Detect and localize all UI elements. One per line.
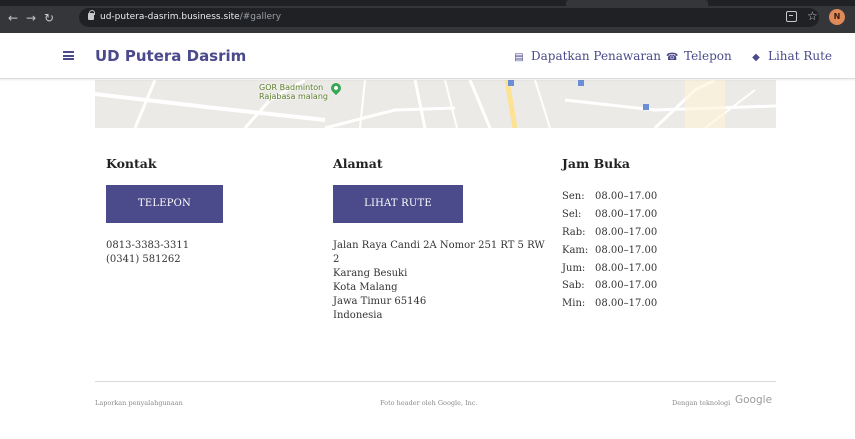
back-icon[interactable]: ← [6, 11, 20, 25]
hours-row: Rab: 08.00–17.00 [562, 224, 657, 242]
address-title: Alamat [333, 156, 383, 171]
phone-number-mobile[interactable]: 0813-3383-3311 [106, 239, 189, 253]
hours-row: Jum: 08.00–17.00 [562, 260, 657, 278]
lock-icon[interactable] [88, 10, 95, 20]
phone-button[interactable]: ☎ Telepon [666, 49, 732, 65]
hours-time: 08.00–17.00 [595, 298, 658, 310]
hours-time: 08.00–17.00 [595, 191, 658, 202]
report-abuse-link[interactable]: Laporkan penyalahgunaan [95, 399, 183, 408]
translate-icon[interactable] [786, 11, 797, 22]
google-logo[interactable]: Google [735, 393, 772, 407]
directions-label: Lihat Rute [768, 49, 833, 63]
phone-number-landline[interactable]: (0341) 581262 [106, 253, 181, 267]
url-host: ud-putera-dasrim.business.site [100, 12, 240, 22]
profile-avatar[interactable]: N [829, 9, 845, 25]
hours-day: Rab: [562, 226, 586, 238]
hours-day: Kam: [562, 244, 589, 256]
contact-title: Kontak [106, 156, 157, 171]
map-poi-line1: GOR Badminton [259, 83, 324, 92]
url-text[interactable]: ud-putera-dasrim.business.site/#gallery [100, 11, 281, 24]
hours-time: 08.00–17.00 [595, 226, 658, 238]
address-line-6: Indonesia [333, 310, 383, 321]
quote-icon: ▤ [514, 52, 524, 63]
address-line-5: Jawa Timur 65146 [333, 296, 427, 307]
browser-tab[interactable] [566, 0, 708, 6]
url-path: /#gallery [239, 12, 282, 22]
hours-row: Sen: 08.00–17.00 [562, 188, 657, 206]
route-button[interactable]: LIHAT RUTE [333, 185, 463, 223]
site-brand[interactable]: UD Putera Dasrim [95, 46, 246, 66]
tab-strip [0, 0, 855, 6]
phone-label: Telepon [684, 49, 732, 63]
site-header: UD Putera Dasrim ▤ Dapatkan Penawaran ☎ Te… [0, 33, 855, 79]
browser-toolbar: ← → ↻ ud-putera-dasrim.business.site/#ga… [0, 0, 855, 33]
hours-row: Sab: 08.00–17.00 [562, 277, 657, 295]
hours-day: Min: [562, 298, 586, 310]
map-poi-line2: Rajabasa malang [259, 92, 328, 101]
map-roads [95, 80, 776, 128]
bookmark-star-icon[interactable]: ☆ [807, 9, 818, 23]
hours-row: Sel: 08.00–17.00 [562, 206, 657, 224]
reload-icon[interactable]: ↻ [42, 11, 56, 25]
hours-day: Sab: [562, 280, 585, 292]
map-poi-label: GOR Badminton Rajabasa malang [259, 83, 328, 101]
address-bar[interactable]: ud-putera-dasrim.business.site/#gallery [79, 8, 819, 27]
directions-icon: ◆ [752, 52, 760, 63]
hours-day: Sen: [562, 191, 585, 202]
hours-day: Sel: [562, 208, 582, 220]
address-line-3: Karang Besuki [333, 268, 408, 279]
phone-icon: ☎ [666, 52, 679, 63]
location-map[interactable]: GOR Badminton Rajabasa malang [95, 80, 776, 128]
hours-time: 08.00–17.00 [595, 244, 658, 256]
hours-time: 08.00–17.00 [595, 208, 658, 220]
directions-button[interactable]: ◆ Lihat Rute [750, 49, 832, 65]
forward-icon[interactable]: → [24, 11, 38, 25]
hours-row: Kam: 08.00–17.00 [562, 242, 657, 260]
get-quote-label: Dapatkan Penawaran [531, 49, 661, 63]
hours-time: 08.00–17.00 [595, 262, 658, 274]
photo-credit: Foto header oleh Google, Inc. [380, 399, 478, 407]
hamburger-menu-icon[interactable] [63, 51, 74, 60]
address-line-2: 2 [333, 254, 340, 265]
opening-hours-list: Sen: 08.00–17.00 Sel: 08.00–17.00 Rab: 08.0… [562, 188, 657, 313]
get-quote-button[interactable]: ▤ Dapatkan Penawaran [513, 49, 661, 65]
hours-row: Min: 08.00–17.00 [562, 295, 657, 313]
powered-by-label: Dengan teknologi [672, 399, 731, 407]
address-line-4: Kota Malang [333, 282, 398, 293]
hours-time: 08.00–17.00 [595, 280, 658, 292]
footer-divider [95, 381, 776, 382]
hours-title: Jam Buka [562, 156, 631, 171]
address-line-1: Jalan Raya Candi 2A Nomor 251 RT 5 RW [333, 240, 545, 251]
call-button[interactable]: TELEPON [106, 185, 223, 223]
hours-day: Jum: [562, 262, 586, 274]
